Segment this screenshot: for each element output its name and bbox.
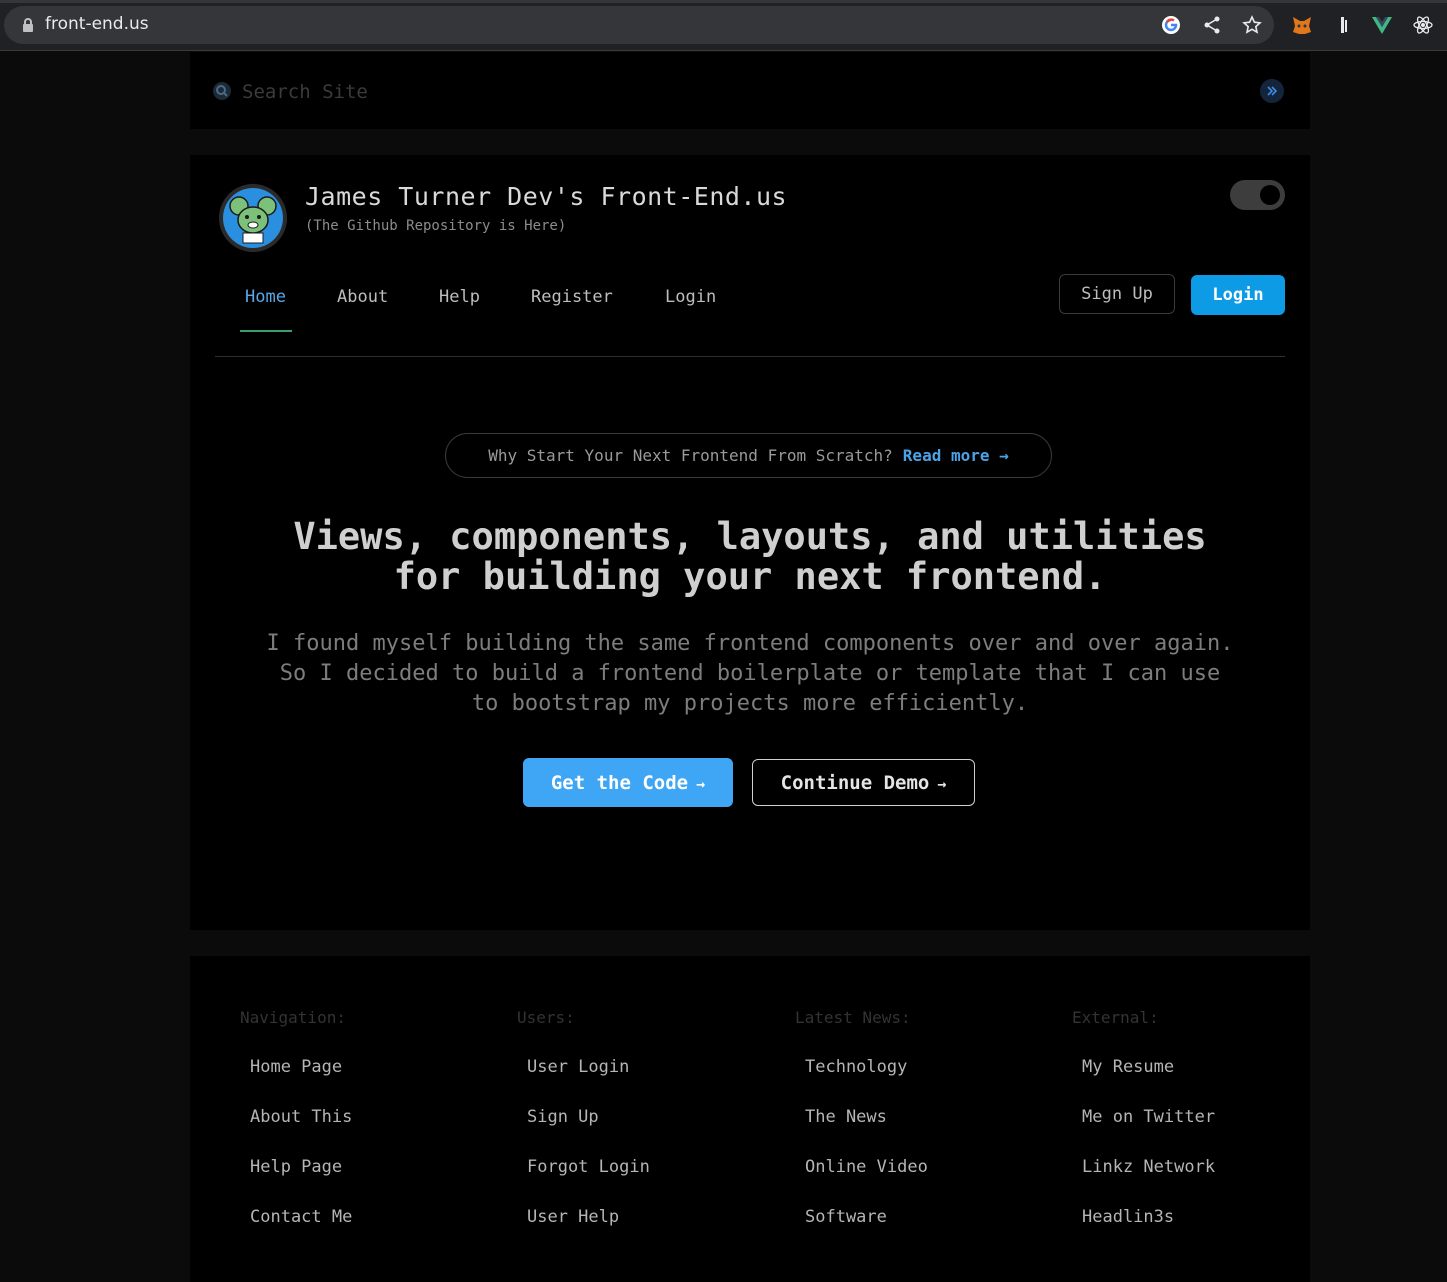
search-bar (190, 52, 1310, 129)
footer-link-sign-up[interactable]: Sign Up (527, 1107, 599, 1127)
footer-link-home-page[interactable]: Home Page (250, 1057, 342, 1077)
footer-column-users: Users: User Login Sign Up Forgot Login U… (517, 1008, 777, 1227)
double-chevron-right-icon[interactable] (1260, 79, 1284, 103)
footer-column-navigation: Navigation: Home Page About This Help Pa… (240, 1008, 500, 1227)
hero-heading-line-1: Views, components, layouts, and utilitie… (293, 515, 1207, 558)
footer-link-forgot-login[interactable]: Forgot Login (527, 1157, 650, 1177)
hero-heading-line-2: for building your next frontend. (393, 555, 1107, 598)
google-icon[interactable] (1161, 15, 1181, 35)
footer-heading: Navigation: (240, 1008, 346, 1027)
tab-login[interactable]: Login (665, 287, 716, 307)
active-tab-indicator (240, 330, 292, 332)
footer-link-the-news[interactable]: The News (805, 1107, 887, 1127)
avatar[interactable] (219, 184, 287, 252)
arrow-right-icon: → (696, 774, 706, 793)
bookmark-star-icon[interactable] (1242, 15, 1262, 35)
tab-help[interactable]: Help (439, 287, 480, 307)
url-text[interactable]: front-end.us (45, 14, 149, 34)
arrow-right-icon: → (937, 774, 947, 793)
footer-heading: Latest News: (795, 1008, 911, 1027)
react-devtools-icon[interactable] (1412, 14, 1434, 36)
footer: Navigation: Home Page About This Help Pa… (190, 956, 1310, 1282)
theme-toggle[interactable] (1230, 180, 1285, 210)
footer-heading: Users: (517, 1008, 575, 1027)
site-title[interactable]: James Turner Dev's Front-End.us (305, 182, 787, 211)
continue-demo-button[interactable]: Continue Demo → (752, 759, 975, 806)
browser-toolbar: front-end.us (0, 0, 1447, 51)
search-input[interactable] (240, 74, 1144, 110)
get-the-code-button[interactable]: Get the Code → (523, 758, 733, 807)
footer-link-about-this[interactable]: About This (250, 1107, 352, 1127)
font-extension-icon[interactable] (1333, 14, 1355, 36)
hero-description: I found myself building the same fronten… (266, 631, 1234, 716)
footer-link-me-on-twitter[interactable]: Me on Twitter (1082, 1107, 1215, 1127)
read-more-label: Read more (902, 446, 990, 465)
login-button[interactable]: Login (1191, 275, 1285, 315)
footer-link-my-resume[interactable]: My Resume (1082, 1057, 1174, 1077)
footer-link-help-page[interactable]: Help Page (250, 1157, 342, 1177)
footer-column-latest-news: Latest News: Technology The News Online … (795, 1008, 1055, 1227)
lock-icon (23, 18, 33, 32)
footer-column-external: External: My Resume Me on Twitter Linkz … (1072, 1008, 1332, 1227)
nav-divider (215, 356, 1285, 357)
footer-link-headlin3s[interactable]: Headlin3s (1082, 1207, 1174, 1227)
hero-heading: Views, components, layouts, and utilitie… (250, 517, 1250, 597)
share-icon[interactable] (1202, 15, 1222, 35)
address-bar[interactable]: front-end.us (4, 6, 1274, 44)
sign-up-button[interactable]: Sign Up (1059, 274, 1175, 314)
tab-register[interactable]: Register (531, 287, 613, 307)
continue-demo-label: Continue Demo (780, 771, 930, 794)
tab-strip (0, 0, 1447, 3)
footer-link-user-help[interactable]: User Help (527, 1207, 619, 1227)
footer-link-online-video[interactable]: Online Video (805, 1157, 928, 1177)
footer-link-software[interactable]: Software (805, 1207, 887, 1227)
github-repo-link[interactable]: (The Github Repository is Here) (305, 218, 566, 234)
announcement-text: Why Start Your Next Frontend From Scratc… (488, 446, 893, 465)
footer-link-technology[interactable]: Technology (805, 1057, 907, 1077)
tab-about[interactable]: About (337, 287, 388, 307)
read-more-link[interactable]: Read more → (903, 446, 1009, 465)
tab-home[interactable]: Home (245, 287, 286, 307)
footer-link-user-login[interactable]: User Login (527, 1057, 629, 1077)
vue-devtools-icon[interactable] (1371, 14, 1393, 36)
search-icon (213, 82, 231, 100)
get-the-code-label: Get the Code (550, 771, 689, 794)
arrow-right-icon: → (999, 446, 1009, 465)
announcement-pill[interactable]: Why Start Your Next Frontend From Scratc… (445, 433, 1052, 478)
footer-link-linkz-network[interactable]: Linkz Network (1082, 1157, 1215, 1177)
toggle-knob (1260, 185, 1280, 205)
footer-heading: External: (1072, 1008, 1159, 1027)
main-card: James Turner Dev's Front-End.us (The Git… (190, 155, 1310, 930)
footer-link-contact-me[interactable]: Contact Me (250, 1207, 352, 1227)
metamask-extension-icon[interactable] (1291, 14, 1313, 36)
